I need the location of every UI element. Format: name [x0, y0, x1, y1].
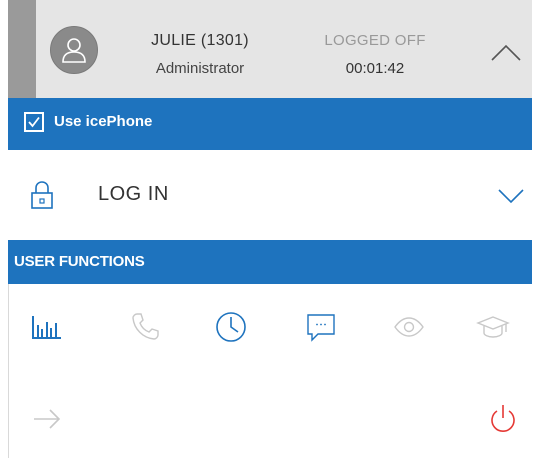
statistics-button[interactable]	[30, 310, 64, 344]
user-functions-header: USER FUNCTIONS	[8, 240, 532, 284]
checkmark-icon	[28, 116, 40, 128]
history-button[interactable]	[214, 310, 248, 344]
avatar	[50, 26, 98, 74]
collapse-button[interactable]	[486, 36, 526, 66]
logout-button[interactable]	[486, 402, 520, 436]
user-icon	[62, 38, 86, 63]
phone-icon	[132, 313, 159, 340]
drag-handle[interactable]	[8, 0, 36, 98]
use-icephone-checkbox[interactable]	[24, 112, 44, 132]
login-row[interactable]: LOG IN	[8, 150, 532, 240]
login-label: LOG IN	[98, 183, 169, 205]
status-label: LOGGED OFF	[324, 32, 426, 49]
chat-icon	[307, 314, 335, 342]
app-panel: JULIE (1301) Administrator LOGGED OFF 00…	[0, 0, 540, 458]
phone-button[interactable]	[128, 310, 162, 344]
statistics-icon	[32, 316, 61, 339]
lock-icon	[31, 181, 53, 209]
status-timer: 00:01:42	[345, 60, 405, 77]
power-icon	[491, 405, 515, 432]
chat-button[interactable]	[304, 310, 338, 344]
monitor-button[interactable]	[392, 310, 426, 344]
training-button[interactable]	[476, 310, 510, 344]
chevron-down-icon[interactable]	[496, 186, 526, 206]
graduation-cap-icon	[476, 316, 510, 338]
use-icephone-bar: Use icePhone	[8, 98, 532, 150]
user-functions-title: USER FUNCTIONS	[14, 253, 145, 270]
use-icephone-label: Use icePhone	[54, 113, 153, 130]
user-role: Administrator	[155, 60, 245, 77]
clock-icon	[216, 312, 246, 342]
forward-button[interactable]	[30, 402, 64, 436]
user-name: JULIE (1301)	[151, 32, 249, 49]
eye-icon	[394, 317, 424, 337]
arrow-right-icon	[34, 409, 61, 429]
chevron-up-icon	[491, 44, 521, 61]
